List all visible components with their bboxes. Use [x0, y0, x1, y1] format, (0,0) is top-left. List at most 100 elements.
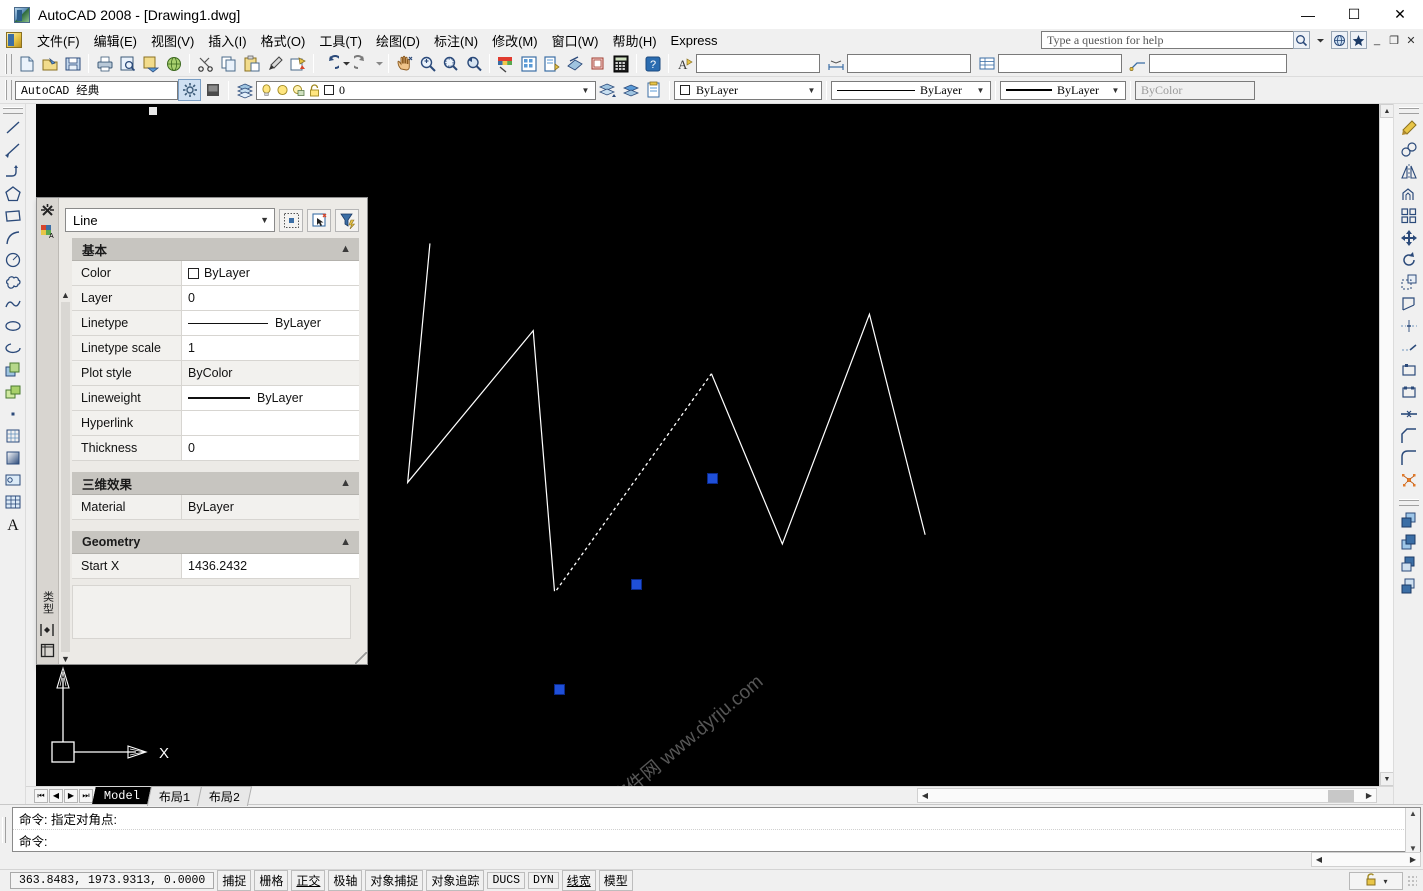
menu-draw[interactable]: 绘图(D)	[369, 29, 427, 52]
palette-properties-icon[interactable]	[39, 641, 57, 659]
canvas-horizontal-scrollbar[interactable]: ◀ ▶	[917, 788, 1377, 803]
blocks-icon[interactable]	[586, 53, 609, 75]
command-vertical-scrollbar[interactable]: ▲ ▼	[1405, 808, 1420, 854]
dimension-style-icon[interactable]	[824, 53, 847, 75]
rectangle-icon[interactable]	[2, 205, 24, 227]
coordinate-display[interactable]: 363.8483, 1973.9313, 0.0000	[10, 872, 215, 889]
text-style-combo[interactable]	[696, 54, 820, 73]
gradient-icon[interactable]	[2, 447, 24, 469]
status-toggle-osnap[interactable]: 对象捕捉	[365, 870, 424, 891]
menu-express[interactable]: Express	[664, 31, 725, 50]
ellipse-arc-icon[interactable]	[2, 337, 24, 359]
properties-palette[interactable]: A 类型 Line ▼ ▲ ▼ 基本 ▲ Color ByLayer Layer…	[36, 197, 368, 665]
property-row-color[interactable]: Color ByLayer	[72, 261, 359, 286]
plot-icon[interactable]	[93, 53, 116, 75]
break-at-point-icon[interactable]	[1398, 359, 1420, 381]
markup-set-manager-icon[interactable]	[563, 53, 586, 75]
erase-icon[interactable]	[1398, 117, 1420, 139]
undo-dropdown-icon[interactable]	[341, 53, 351, 75]
resize-grip-icon[interactable]	[1407, 875, 1417, 887]
quick-select-icon[interactable]	[335, 208, 359, 232]
open-icon[interactable]	[38, 53, 61, 75]
status-toggle-ducs[interactable]: DUCS	[487, 872, 526, 889]
help-search-input[interactable]: Type a question for help	[1041, 31, 1303, 49]
property-row-start-x[interactable]: Start X 1436.2432	[72, 554, 359, 579]
copy-object-icon[interactable]	[1398, 139, 1420, 161]
break-icon[interactable]	[1398, 381, 1420, 403]
tool-palettes-icon[interactable]	[540, 53, 563, 75]
copy-icon[interactable]	[217, 53, 240, 75]
multileader-style-icon[interactable]	[1126, 53, 1149, 75]
multileader-style-combo[interactable]	[1149, 54, 1287, 73]
object-color-combo[interactable]: ByLayer ▼	[674, 80, 822, 100]
workspace-settings-icon[interactable]	[178, 79, 201, 101]
status-toggle-dyn[interactable]: DYN	[528, 872, 559, 889]
paste-icon[interactable]	[240, 53, 263, 75]
tab-model[interactable]: Model	[92, 787, 152, 804]
tab-first-button[interactable]: ⏮	[34, 788, 48, 803]
publish-to-web-icon[interactable]	[162, 53, 185, 75]
category-header-3d-visualization[interactable]: 三维效果 ▲	[72, 472, 359, 495]
save-icon[interactable]	[61, 53, 84, 75]
scroll-up-button[interactable]: ▲	[61, 290, 70, 300]
menu-modify[interactable]: 修改(M)	[485, 29, 545, 52]
layer-lock-icon[interactable]	[307, 83, 322, 98]
menu-window[interactable]: 窗口(W)	[545, 29, 606, 52]
table-icon[interactable]	[2, 491, 24, 513]
zoom-realtime-icon[interactable]	[416, 53, 439, 75]
command-history[interactable]: 命令: 指定对角点: 命令: ▲ ▼	[12, 807, 1421, 854]
menu-insert[interactable]: 插入(I)	[201, 29, 253, 52]
favorites-star-icon[interactable]	[1350, 31, 1367, 49]
property-value-cell[interactable]: 1	[182, 336, 359, 360]
grip-start[interactable]	[554, 684, 565, 695]
category-header-general[interactable]: 基本 ▲	[72, 238, 359, 261]
scroll-down-button[interactable]: ▼	[61, 654, 70, 664]
property-value-cell[interactable]: ByLayer	[182, 386, 359, 410]
extend-icon[interactable]	[1398, 337, 1420, 359]
toolbar-grip[interactable]	[5, 53, 12, 74]
palette-resize-grip[interactable]	[355, 652, 367, 664]
status-toggle-otrack[interactable]: 对象追踪	[426, 870, 485, 891]
spline-icon[interactable]	[2, 293, 24, 315]
command-horizontal-scrollbar[interactable]: ◀ ▶	[1311, 852, 1421, 867]
select-objects-icon[interactable]	[307, 208, 331, 232]
chevron-down-icon[interactable]: ▼	[1108, 82, 1123, 99]
redo-icon[interactable]	[351, 53, 374, 75]
polyline-icon[interactable]	[2, 161, 24, 183]
property-value-cell[interactable]	[182, 411, 359, 435]
bring-above-object-icon[interactable]	[1398, 553, 1420, 575]
fillet-icon[interactable]	[1398, 447, 1420, 469]
make-block-icon[interactable]	[2, 381, 24, 403]
close-button[interactable]: ✕	[1377, 0, 1423, 29]
join-icon[interactable]	[1398, 403, 1420, 425]
match-properties-icon[interactable]	[263, 53, 286, 75]
mdi-restore-button[interactable]: ❐	[1386, 32, 1402, 48]
chevron-down-icon[interactable]: ▼	[973, 82, 988, 99]
status-toggle-ortho[interactable]: 正交	[291, 870, 326, 891]
tab-last-button[interactable]: ⏭	[79, 788, 93, 803]
close-palette-icon[interactable]	[39, 202, 57, 220]
table-style-combo[interactable]	[998, 54, 1122, 73]
scroll-track[interactable]	[1380, 118, 1393, 772]
property-value-cell[interactable]: ByLayer	[182, 261, 359, 285]
chevron-up-icon[interactable]: ▲	[340, 243, 351, 255]
property-value-cell[interactable]: 0	[182, 286, 359, 310]
maximize-button[interactable]: ☐	[1331, 0, 1377, 29]
explode-icon[interactable]	[1398, 469, 1420, 491]
horizontal-scroll-thumb[interactable]	[1328, 790, 1354, 802]
status-toggle-polar[interactable]: 极轴	[328, 870, 363, 891]
point-icon[interactable]	[2, 403, 24, 425]
lock-toolbars-icon[interactable]	[1364, 872, 1379, 890]
grip-end[interactable]	[707, 473, 718, 484]
toolbar-lock-control[interactable]: ▾	[1349, 872, 1403, 890]
property-value-cell[interactable]: ByLayer	[182, 311, 359, 335]
chevron-down-icon[interactable]: ▼	[804, 82, 819, 99]
help-icon[interactable]: ?	[641, 53, 664, 75]
tab-layout2[interactable]: 布局2	[197, 785, 253, 806]
property-value-cell[interactable]: 0	[182, 436, 359, 460]
circle-icon[interactable]	[2, 249, 24, 271]
object-type-combo[interactable]: Line ▼	[65, 208, 275, 232]
my-workspace-icon[interactable]	[201, 79, 224, 101]
property-row-layer[interactable]: Layer 0	[72, 286, 359, 311]
property-row-thickness[interactable]: Thickness 0	[72, 436, 359, 461]
